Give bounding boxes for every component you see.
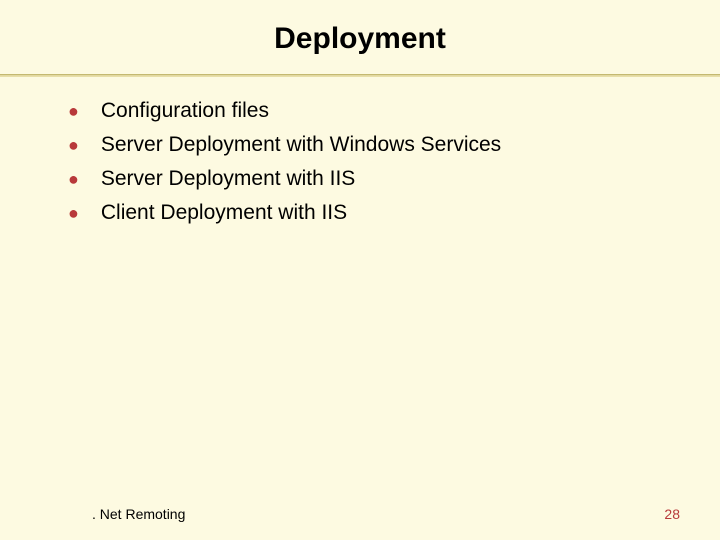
- list-item: ● Configuration files: [68, 97, 670, 125]
- bullet-text: Server Deployment with IIS: [101, 165, 355, 193]
- page-number: 28: [664, 506, 680, 522]
- slide: Deployment ● Configuration files ● Serve…: [0, 0, 720, 540]
- content-area: ● Configuration files ● Server Deploymen…: [0, 77, 720, 227]
- slide-title: Deployment: [0, 0, 720, 74]
- list-item: ● Server Deployment with Windows Service…: [68, 131, 670, 159]
- bullet-text: Configuration files: [101, 97, 269, 125]
- bullet-icon: ●: [68, 131, 79, 159]
- bullet-list: ● Configuration files ● Server Deploymen…: [68, 97, 670, 227]
- footer-label: . Net Remoting: [92, 506, 185, 522]
- bullet-icon: ●: [68, 97, 79, 125]
- bullet-text: Client Deployment with IIS: [101, 199, 347, 227]
- bullet-text: Server Deployment with Windows Services: [101, 131, 501, 159]
- bullet-icon: ●: [68, 165, 79, 193]
- footer: . Net Remoting 28: [0, 506, 720, 522]
- list-item: ● Client Deployment with IIS: [68, 199, 670, 227]
- bullet-icon: ●: [68, 199, 79, 227]
- list-item: ● Server Deployment with IIS: [68, 165, 670, 193]
